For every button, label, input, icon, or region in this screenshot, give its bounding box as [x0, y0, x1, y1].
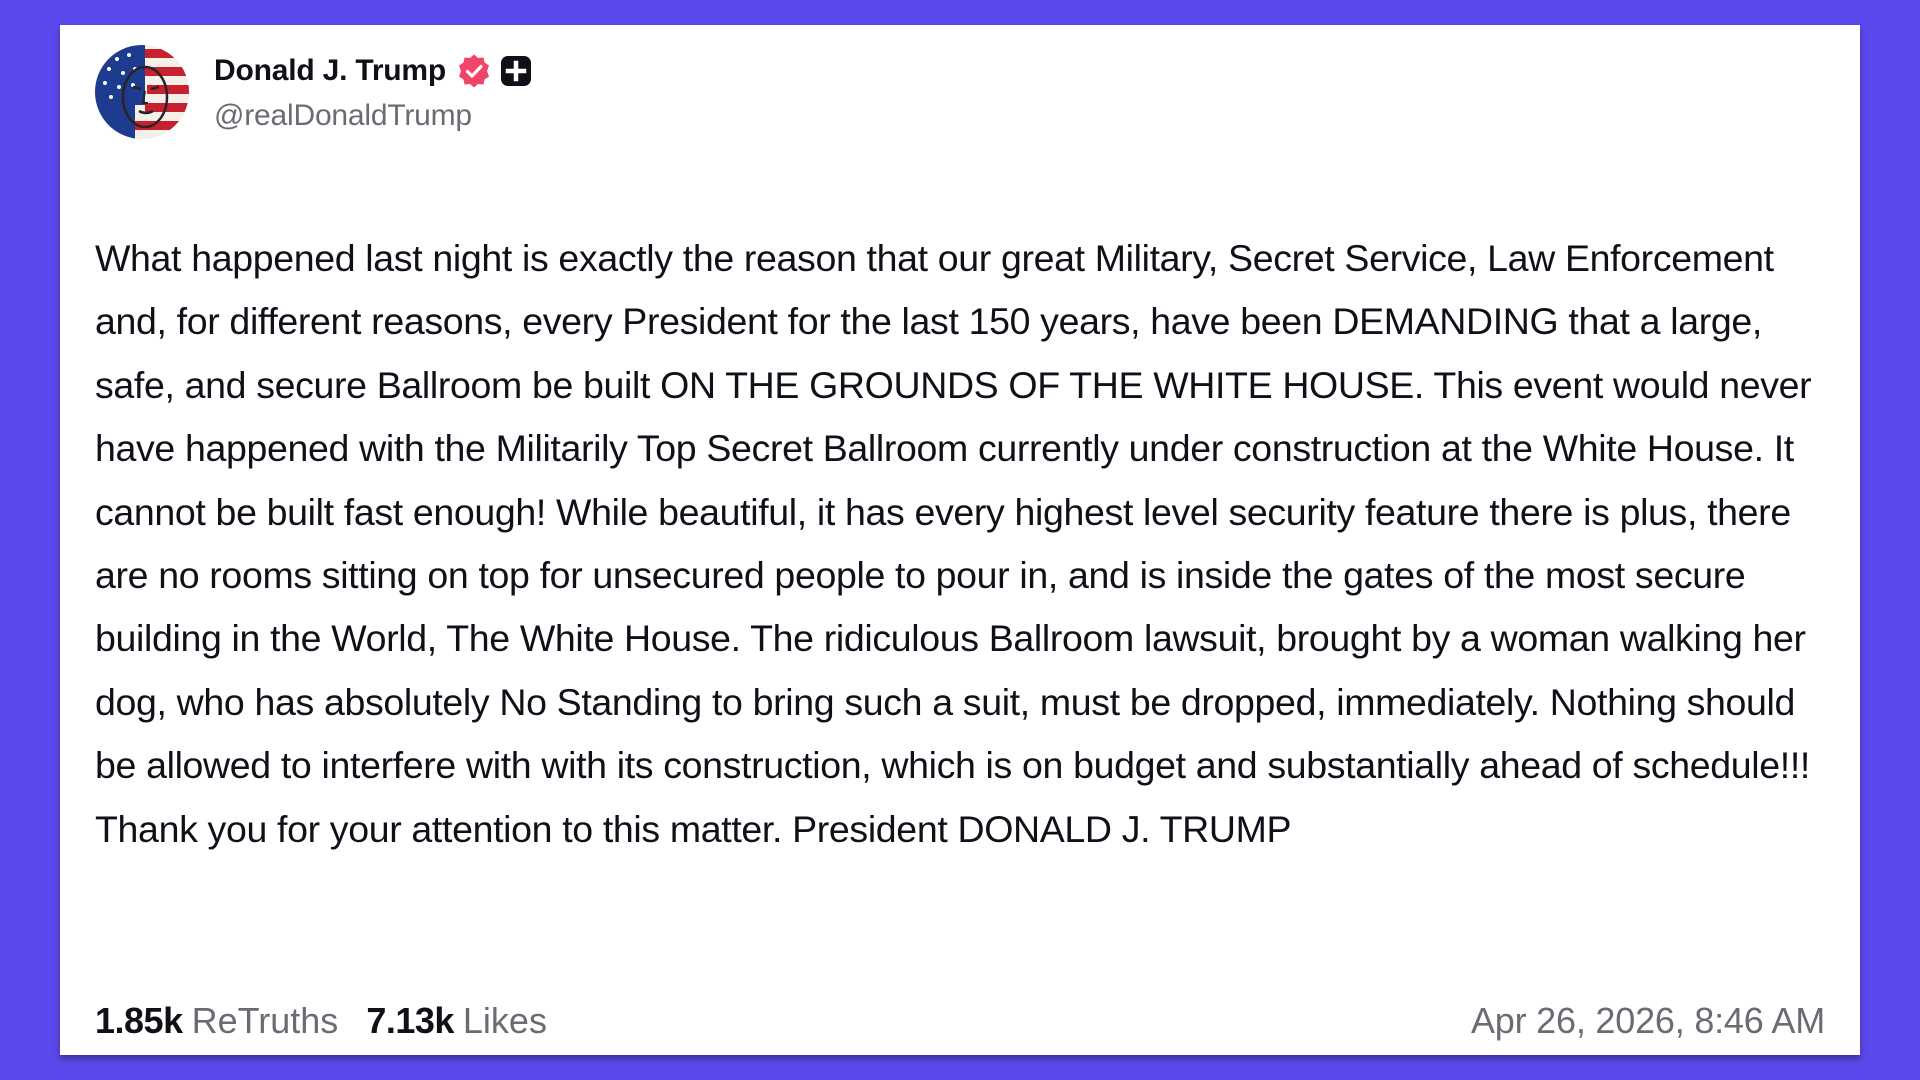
post-footer: 1.85k ReTruths 7.13k Likes Apr 26, 2026,… — [95, 1000, 1825, 1042]
post-timestamp[interactable]: Apr 26, 2026, 8:46 AM — [1471, 1000, 1825, 1042]
author-names: Donald J. Trump @realDonaldTrump — [214, 51, 532, 133]
post-card: Donald J. Trump @realDonaldTrump What ha… — [60, 25, 1860, 1055]
post-header: Donald J. Trump @realDonaldTrump — [95, 45, 532, 139]
flag-face-avatar-icon — [95, 45, 189, 139]
verified-badge-icon — [456, 53, 492, 89]
name-row: Donald J. Trump — [214, 51, 532, 91]
display-name[interactable]: Donald J. Trump — [214, 54, 446, 88]
post-stats: 1.85k ReTruths 7.13k Likes — [95, 1000, 547, 1042]
retruths-stat[interactable]: 1.85k ReTruths — [95, 1000, 338, 1042]
user-handle[interactable]: @realDonaldTrump — [214, 99, 532, 133]
avatar[interactable] — [95, 45, 189, 139]
likes-stat[interactable]: 7.13k Likes — [366, 1000, 547, 1042]
likes-count: 7.13k — [366, 1000, 454, 1041]
likes-label: Likes — [462, 1000, 547, 1041]
plus-badge-icon — [500, 55, 532, 87]
retruths-label: ReTruths — [191, 1000, 339, 1041]
post-text: What happened last night is exactly the … — [95, 237, 1812, 850]
retruths-count: 1.85k — [95, 1000, 183, 1041]
